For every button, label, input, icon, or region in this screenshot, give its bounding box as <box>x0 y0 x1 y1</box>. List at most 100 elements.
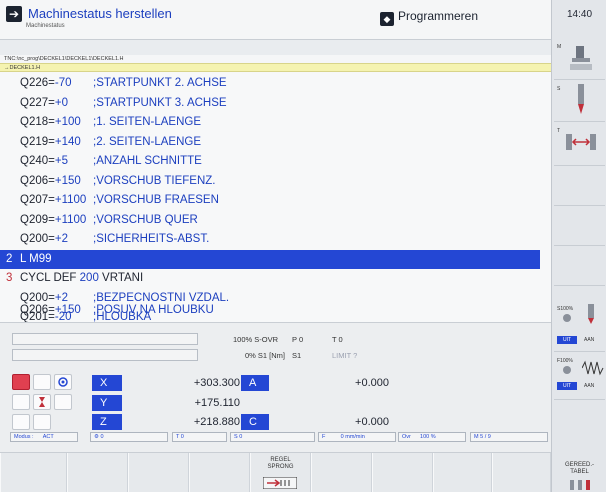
softkey-7[interactable] <box>372 453 433 492</box>
param-value: +140 <box>54 135 81 148</box>
line-text: L M99 <box>20 252 52 265</box>
machine-mode-title: Machinestatus herstellen <box>28 6 172 21</box>
softkey-8[interactable] <box>433 453 492 492</box>
param-name: Q200= <box>20 233 55 245</box>
softkey-9[interactable] <box>492 453 551 492</box>
axis-label-y: Y <box>92 395 122 411</box>
softkey-label-line2: SPRONG <box>267 464 294 470</box>
param-comment: ;VORSCHUB QUER <box>93 213 198 226</box>
limit-label: LIMIT ? <box>332 351 358 360</box>
param-name: Q218= <box>20 116 55 128</box>
program-line[interactable]: Q206=+150 ;VORSCHUB TIEFENZ. <box>0 172 540 192</box>
program-listing[interactable]: Q226=-70 ;STARTPUNKT 2. ACHSE Q227=+0 ;S… <box>0 72 551 323</box>
softkey-1[interactable] <box>0 453 67 492</box>
sidebar-softkey-5[interactable] <box>554 206 605 246</box>
param-value: +150 <box>54 304 81 316</box>
program-line[interactable]: Q209=+1100 ;VORSCHUB QUER <box>0 211 540 231</box>
programming-mode[interactable]: ◆ Programmeren <box>380 9 478 27</box>
softkey-4[interactable] <box>189 453 250 492</box>
s-ovr-bar <box>12 333 198 345</box>
t0-label: T 0 <box>332 335 343 344</box>
t-function-softkey[interactable]: T <box>554 122 605 166</box>
program-line[interactable]: 3 CYCL DEF 200 VRTANI <box>0 269 540 289</box>
softkey-label-line2: TABEL <box>570 469 589 475</box>
spindle-off-button[interactable]: UIT <box>557 336 577 344</box>
param-value: +1100 <box>54 194 87 206</box>
param-name: Q206= <box>20 304 55 316</box>
machine-mode-subtitle: Machinestatus <box>26 23 65 29</box>
param-value: +2 <box>54 233 68 245</box>
param-name: Q219= <box>20 135 55 148</box>
programming-mode-title: Programmeren <box>398 9 479 23</box>
s-ovr-label: 100% S-OVR <box>233 335 279 344</box>
softkey-2[interactable] <box>67 453 128 492</box>
tool-table-softkey[interactable]: GEREED.- TABEL <box>554 452 605 492</box>
softkey-bar: REGEL SPRONG <box>0 452 551 492</box>
param-name: Q206= <box>20 174 55 187</box>
line-number: 2 <box>6 252 13 265</box>
program-line[interactable]: Q240=+5 ;ANZAHL SCHNITTE <box>0 152 540 172</box>
program-line[interactable]: Q206=+150 ;POSUV NA HLOUBKU <box>0 301 540 321</box>
param-name: Q226= <box>20 77 55 89</box>
sidebar-softkey-4[interactable] <box>554 166 605 206</box>
wave-icon <box>582 360 604 376</box>
axis-label-a: A <box>241 375 269 391</box>
param-value: -70 <box>54 77 72 89</box>
s1-bar <box>12 349 198 361</box>
program-line[interactable]: Q226=-70 ;STARTPUNKT 2. ACHSE <box>0 74 540 94</box>
param-comment: ;ANZAHL SCHNITTE <box>93 155 202 167</box>
axis-value-a: +0.000 <box>355 377 389 389</box>
info-bar: Modus : ACT ⚙ 0 T 0 S 0 F 0 mm/min Ovr 1… <box>10 432 550 442</box>
axis-value-y: +175.110 <box>194 397 240 409</box>
spindle-override-softkey[interactable]: S100% UIT AAN <box>554 300 605 352</box>
status-panel: 100% S-OVR P 0 T 0 0% S1 [Nm] S1 LIMIT ? <box>0 322 551 370</box>
p0-label: P 0 <box>292 335 304 344</box>
program-line[interactable]: Q219=+140 ;2. SEITEN-LAENGE <box>0 133 540 153</box>
param-comment: ;2. SEITEN-LAENGE <box>93 135 202 148</box>
axis-value-z: +218.880 <box>193 416 240 428</box>
param-comment: ;POSUV NA HLOUBKU <box>93 304 214 316</box>
axis-label-x: X <box>92 375 122 391</box>
block-scan-icon <box>263 477 297 489</box>
param-name: Q227= <box>20 96 55 109</box>
feed-override-softkey[interactable]: F100% UIT AAN <box>554 352 605 400</box>
sidebar-softkey-6[interactable] <box>554 246 605 286</box>
param-value: +5 <box>54 155 68 167</box>
spindle-field: S 0 <box>230 432 315 442</box>
softkey-3[interactable] <box>128 453 189 492</box>
param-comment: ;SICHERHEITS-ABST. <box>93 233 210 245</box>
program-path: TNC:\nc_prog\DECKEL1\DECKEL1\DECKEL1.H <box>0 55 551 63</box>
program-line[interactable]: Q227=+0 ;STARTPUNKT 3. ACHSE <box>0 94 540 114</box>
param-value: +150 <box>54 174 81 187</box>
indicator-box <box>12 414 30 430</box>
axis-label-z: Z <box>92 414 122 430</box>
machine-mode[interactable]: ➔ Machinestatus herstellen Machinestatus <box>6 6 172 29</box>
s-function-softkey[interactable]: S <box>554 80 605 122</box>
cycle-keyword: CYCL DEF <box>20 272 77 284</box>
override-field: Ovr 100 % <box>398 432 466 442</box>
m-label: M <box>557 44 562 50</box>
program-line[interactable]: Q200=+2 ;SICHERHEITS-ABST. <box>0 230 540 250</box>
param-name: Q207= <box>20 194 55 206</box>
modus-field: Modus : ACT <box>10 432 78 442</box>
param-comment: ;STARTPUNKT 3. ACHSE <box>93 96 227 109</box>
alarm-indicator <box>12 374 30 390</box>
feedrate-field: F 0 mm/min <box>318 432 396 442</box>
param-comment: ;1. SEITEN-LAENGE <box>93 116 202 128</box>
softkey-6[interactable] <box>311 453 372 492</box>
indicator-box <box>54 394 72 410</box>
feed-on-label: AAN <box>584 383 595 389</box>
program-line-selected[interactable]: 2 L M99 <box>0 249 540 269</box>
param-name: Q209= <box>20 213 55 226</box>
m-function-field: M 5 / 9 <box>470 432 548 442</box>
softkey-block-scan[interactable]: REGEL SPRONG <box>250 453 311 492</box>
program-line[interactable]: Q218=+100 ;1. SEITEN-LAENGE <box>0 113 540 133</box>
param-comment: ;VORSCHUB TIEFENZ. <box>93 174 216 187</box>
clock: 14:40 <box>566 9 593 20</box>
s-label: S <box>557 86 561 92</box>
program-line[interactable]: Q207=+1100 ;VORSCHUB FRAESEN <box>0 191 540 211</box>
m-function-softkey[interactable]: M <box>554 40 605 80</box>
feed-off-button[interactable]: UIT <box>557 382 577 390</box>
program-file-name: →DECKEL1.H <box>0 63 551 72</box>
s1-short: S1 <box>292 351 302 360</box>
